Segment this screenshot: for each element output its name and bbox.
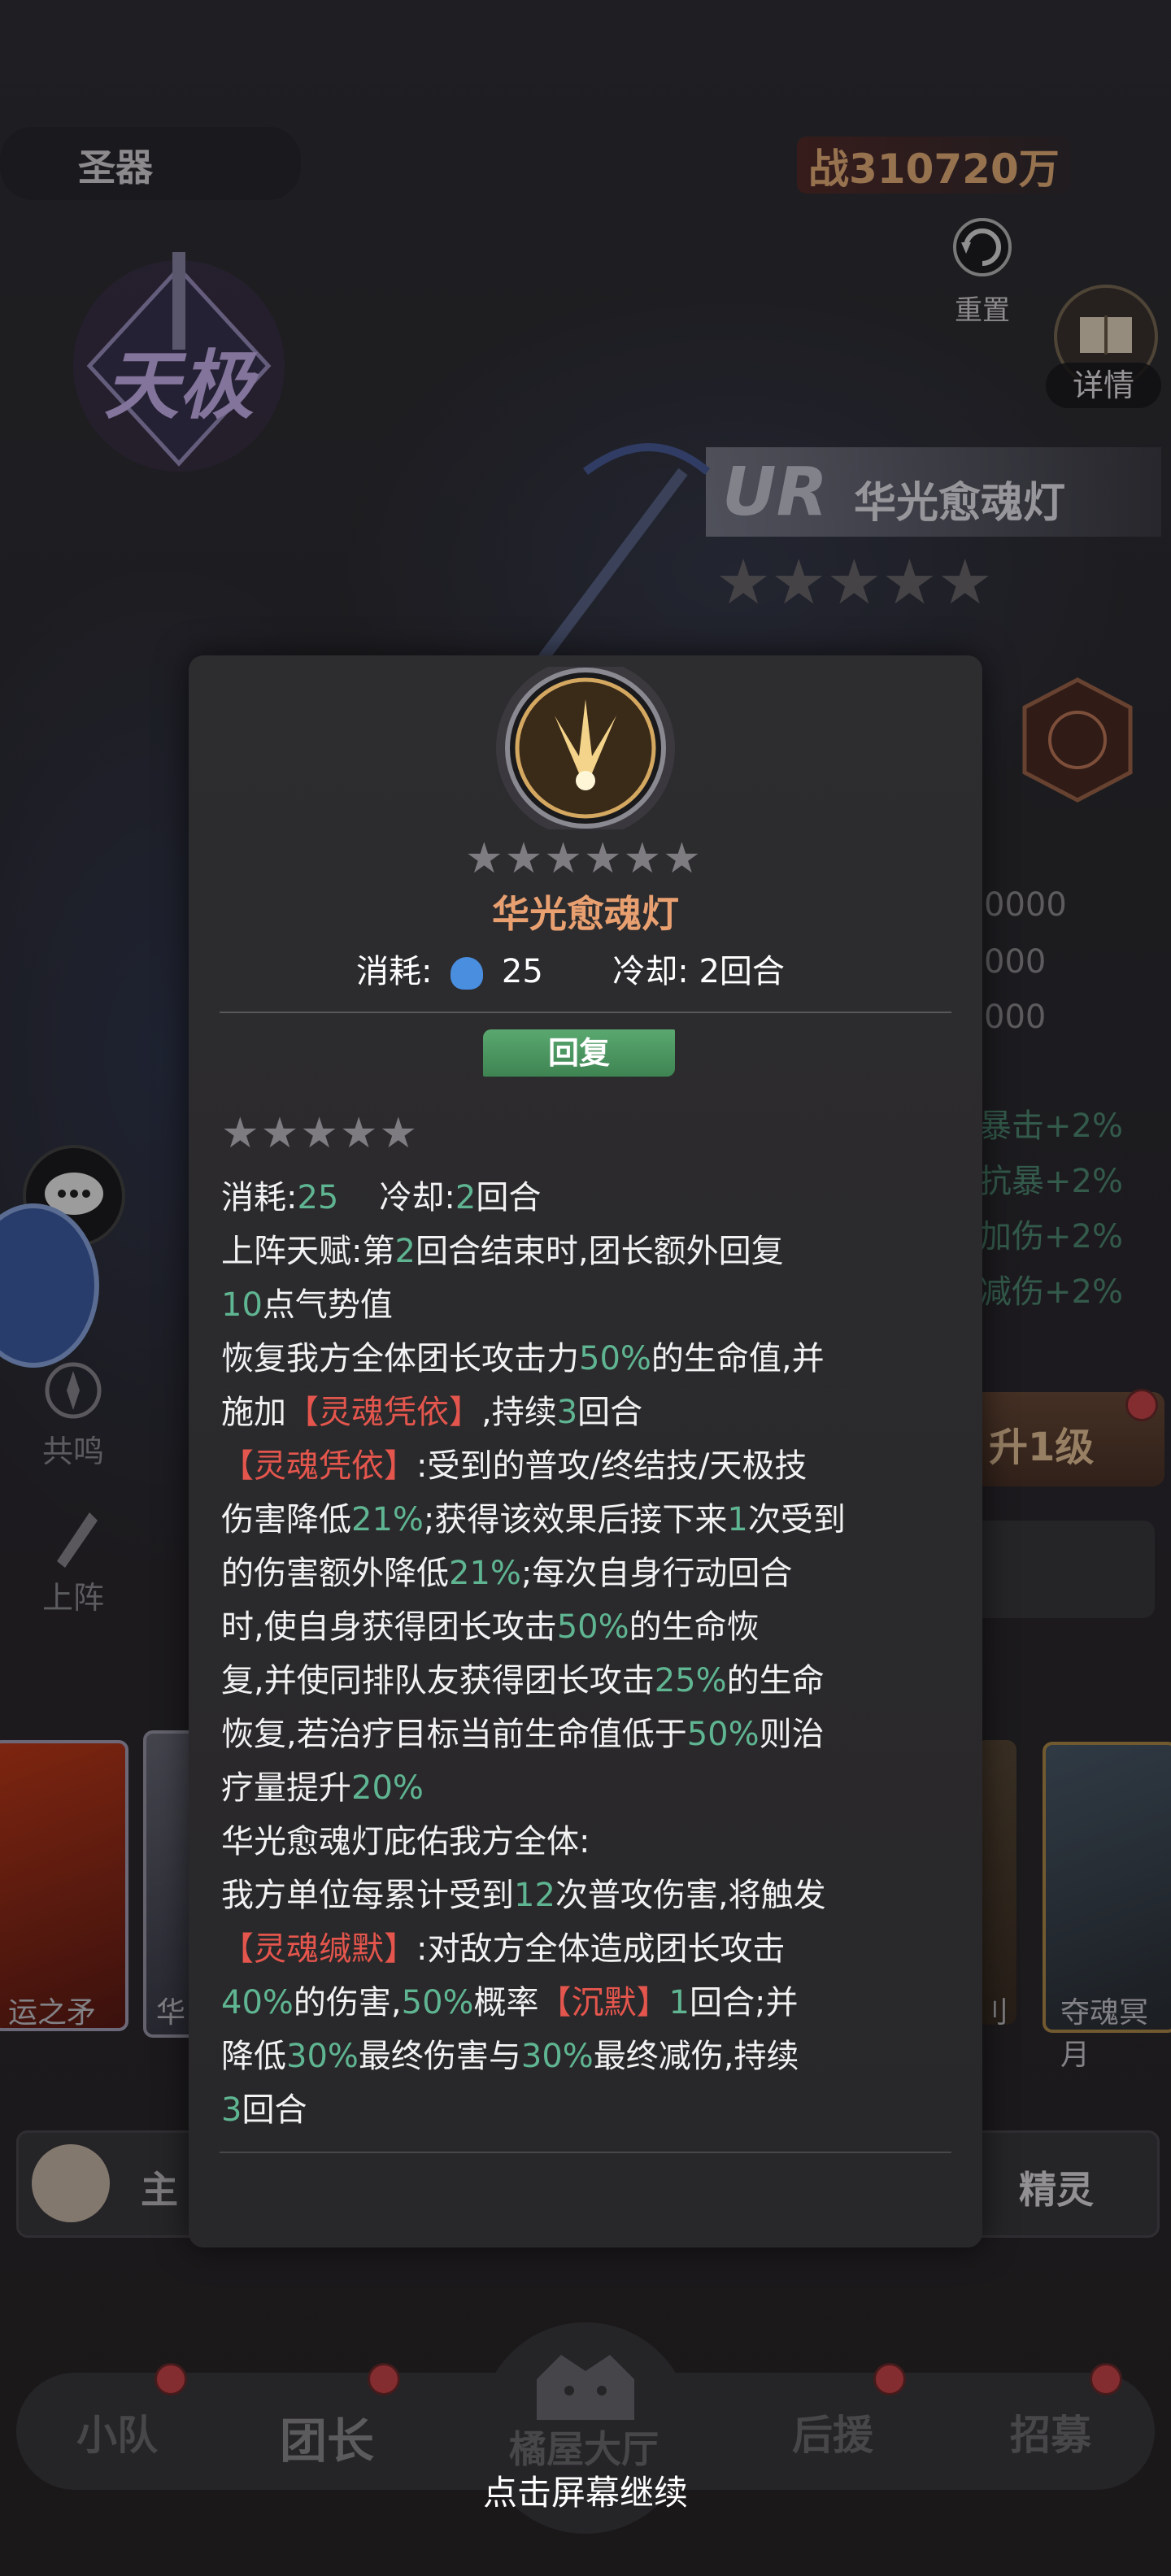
- star-icon: ★: [504, 834, 543, 883]
- desc-line: 【灵魂缄默】:对敌方全体造成团长攻击: [221, 1930, 786, 1968]
- desc-line: 的伤害额外降低21%;每次自身行动回合: [221, 1555, 793, 1592]
- cost-value: 25: [501, 953, 543, 990]
- cooldown-label: 冷却:: [612, 953, 689, 990]
- desc-line: 3回合: [221, 2091, 307, 2129]
- desc-line: 施加【灵魂凭依】,持续3回合: [221, 1394, 643, 1431]
- desc-line: 恢复,若治疗目标当前生命值低于50%则治: [221, 1716, 825, 1753]
- desc-line: 复,并使同排队友获得团长攻击25%的生命: [221, 1662, 825, 1699]
- desc-line: 上阵天赋:第2回合结束时,团长额外回复: [221, 1233, 784, 1270]
- star-icon: ★: [544, 834, 582, 883]
- divider: [220, 2152, 951, 2153]
- artifact-detail-popup: ★★★★★★ 华光愈魂灯 消耗: 25 冷却: 2回合 回复 ★★★★★ 消耗:…: [189, 655, 982, 2247]
- desc-line: 恢复我方全体团长攻击力50%的生命值,并: [221, 1340, 825, 1377]
- effect-tag: 回复: [483, 1029, 675, 1077]
- desc-line: 疗量提升20%: [221, 1769, 424, 1807]
- cooldown-value: 2回合: [699, 953, 785, 990]
- desc-line: 消耗:25 冷却:2回合: [221, 1179, 542, 1216]
- popup-description: 消耗:25 冷却:2回合 上阵天赋:第2回合结束时,团长额外回复 10点气势值 恢…: [221, 1171, 969, 2137]
- star-icon: ★: [623, 834, 662, 883]
- desc-line: 降低30%最终伤害与30%最终减伤,持续: [221, 2038, 799, 2075]
- desc-line: 华光愈魂灯庇佑我方全体:: [221, 1823, 590, 1860]
- desc-line: 伤害降低21%;获得该效果后接下来1次受到: [221, 1501, 846, 1538]
- star-icon: ★: [260, 1109, 299, 1158]
- star-icon: ★: [221, 1109, 259, 1158]
- desc-line: 40%的伤害,50%概率【沉默】1回合;并: [221, 1984, 799, 2021]
- star-icon: ★: [339, 1109, 378, 1158]
- star-icon: ★: [583, 834, 622, 883]
- desc-line: 我方单位每累计受到12次普攻伤害,将触发: [221, 1877, 826, 1914]
- desc-line: 时,使自身获得团长攻击50%的生命恢: [221, 1608, 760, 1646]
- popup-title: 华光愈魂灯: [492, 892, 679, 936]
- divider: [220, 1012, 951, 1013]
- star-icon: ★: [663, 834, 701, 883]
- popup-stars-top: ★★★★★★: [465, 838, 703, 880]
- popup-cost-row: 消耗: 25 冷却: 2回合: [356, 945, 785, 992]
- continue-hint[interactable]: 点击屏幕继续: [0, 2465, 1171, 2515]
- spirit-flame-icon: [451, 957, 484, 990]
- effect-tag-label: 回复: [547, 1035, 610, 1071]
- popup-stars-desc: ★★★★★: [221, 1112, 419, 1155]
- lamp-wing-icon: [496, 659, 675, 838]
- desc-line: 10点气势值: [221, 1286, 393, 1324]
- desc-line: 【灵魂凭依】:受到的普攻/终结技/天极技: [221, 1447, 808, 1485]
- star-icon: ★: [379, 1109, 418, 1158]
- cost-label: 消耗:: [356, 953, 433, 990]
- star-icon: ★: [465, 834, 503, 883]
- artifact-emblem: [457, 659, 714, 838]
- star-icon: ★: [300, 1109, 338, 1158]
